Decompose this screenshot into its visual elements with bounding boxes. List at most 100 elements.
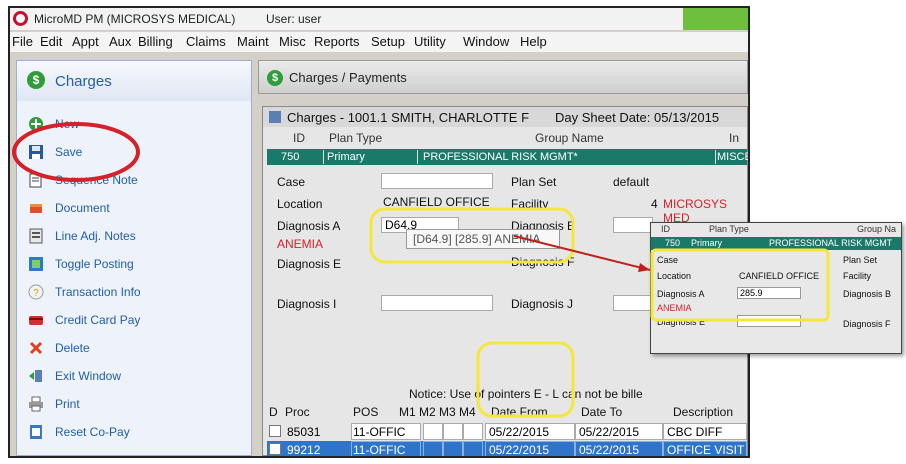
menu-appt[interactable]: Appt <box>72 34 99 49</box>
row-pos: 11-OFFIC <box>353 443 406 457</box>
sidebar-item-line-adj-notes[interactable]: Line Adj. Notes <box>25 225 245 249</box>
sidebar-item-new[interactable]: New <box>25 113 245 137</box>
row-description: OFFICE VISIT <box>667 443 745 457</box>
info-icon: ? <box>27 283 45 301</box>
exit-icon <box>27 367 45 385</box>
sidebar-header: $ Charges <box>17 61 251 101</box>
window-title: MicroMD PM (MICROSYS MEDICAL) <box>34 12 236 26</box>
inset-plan-id: 750 <box>665 238 681 248</box>
sidebar-item-exit-window[interactable]: Exit Window <box>25 365 245 389</box>
sidebar-item-credit-card-pay[interactable]: Credit Card Pay <box>25 309 245 333</box>
diagnosis-f-label: Diagnosis F <box>511 255 575 269</box>
grid-header-m2: M2 <box>419 405 436 419</box>
inset-diagnosis-a-label: Diagnosis A <box>657 289 705 299</box>
sidebar-item-label: Exit Window <box>55 369 122 383</box>
row-proc: 85031 <box>287 425 321 439</box>
notice-text: Notice: Use of pointers E - L can not be… <box>409 387 643 401</box>
table-row-selected[interactable]: 99212 11-OFFIC 05/22/2015 05/22/2015 OFF… <box>267 441 747 457</box>
inset-facility-label: Facility <box>843 271 872 281</box>
inset-plan-set-label: Plan Set <box>843 255 878 265</box>
sidebar-item-sequence-note[interactable]: Sequence Note <box>25 169 245 193</box>
col-header-group-name: Group Name <box>535 131 604 145</box>
diagnosis-j-field[interactable] <box>613 295 653 311</box>
grid-header-m1: M1 <box>399 405 416 419</box>
print-icon <box>27 395 45 413</box>
sidebar-item-label: Reset Co-Pay <box>55 425 130 439</box>
menu-window[interactable]: Window <box>463 34 509 49</box>
credit-card-icon <box>27 311 45 329</box>
inset-location-label: Location <box>657 271 692 281</box>
diagnosis-a-description: ANEMIA <box>277 237 324 251</box>
sidebar-item-transaction-info[interactable]: ? Transaction Info <box>25 281 245 305</box>
plan-set-value[interactable]: default <box>613 175 649 189</box>
grid-header-d: D <box>269 405 278 419</box>
facility-value[interactable]: MICROSYS MED <box>663 197 747 225</box>
reset-icon <box>27 423 45 441</box>
grid-header-description: Description <box>673 405 734 419</box>
location-value[interactable]: CANFIELD OFFICE <box>383 195 490 209</box>
row-pos: 11-OFFIC <box>353 425 406 439</box>
menu-misc[interactable]: Misc <box>279 34 306 49</box>
diagnosis-b-field[interactable] <box>613 217 653 233</box>
row-proc: 99212 <box>287 443 321 457</box>
sidebar-item-print[interactable]: Print <box>25 393 245 417</box>
inset-diagnosis-a-field: 285.9 <box>737 287 801 299</box>
status-indicator <box>683 8 748 30</box>
case-field[interactable] <box>381 173 493 189</box>
menu-file[interactable]: File <box>12 34 33 49</box>
sidebar: $ Charges New Save Sequence Note Documen… <box>16 60 252 456</box>
diagnosis-a-label: Diagnosis A <box>277 219 341 233</box>
grid-header-m4: M4 <box>459 405 476 419</box>
location-label: Location <box>277 197 323 211</box>
inset-diagnosis-b-label: Diagnosis B <box>843 289 892 299</box>
row-checkbox[interactable] <box>269 425 281 437</box>
panel-title: Charges / Payments <box>289 70 407 85</box>
plan-id: 750 <box>281 151 300 163</box>
inset-location-value: CANFIELD OFFICE <box>739 271 820 281</box>
menu-aux[interactable]: Aux <box>109 34 131 49</box>
inset-plan-type: Primary <box>691 238 722 248</box>
grid-header-date-to: Date To <box>581 405 623 419</box>
diagnosis-i-label: Diagnosis I <box>277 297 337 311</box>
table-row[interactable]: 85031 11-OFFIC 05/22/2015 05/22/2015 CBC… <box>267 423 747 440</box>
menu-maint[interactable]: Maint <box>237 34 269 49</box>
sidebar-item-delete[interactable]: Delete <box>25 337 245 361</box>
facility-number: 4 <box>651 197 658 211</box>
sidebar-item-toggle-posting[interactable]: Toggle Posting <box>25 253 245 277</box>
row-checkbox[interactable] <box>269 443 281 455</box>
plan-group: PROFESSIONAL RISK MGMT* <box>423 151 578 163</box>
grid-header-proc: Proc <box>285 405 310 419</box>
document-icon <box>27 199 45 217</box>
sidebar-item-reset-co-pay[interactable]: Reset Co-Pay <box>25 421 245 445</box>
case-label: Case <box>277 175 306 189</box>
menu-billing[interactable]: Billing <box>138 34 173 49</box>
menu-reports[interactable]: Reports <box>314 34 360 49</box>
row-date-from: 05/22/2015 <box>489 443 550 457</box>
menu-utility[interactable]: Utility <box>414 34 446 49</box>
plan-type: Primary <box>327 151 365 163</box>
note-icon <box>27 171 45 189</box>
sidebar-item-label: New <box>55 117 80 131</box>
menu-edit[interactable]: Edit <box>40 34 62 49</box>
inset-diagnosis-a-description: ANEMIA <box>657 303 692 313</box>
sidebar-item-save[interactable]: Save <box>25 141 245 165</box>
plan-insurance: MISCEL <box>717 151 748 163</box>
sidebar-title: Charges <box>55 73 112 90</box>
inset-case-label: Case <box>657 255 679 265</box>
title-bar: MicroMD PM (MICROSYS MEDICAL) User: user <box>10 8 748 30</box>
plan-row[interactable]: 750 Primary PROFESSIONAL RISK MGMT* MISC… <box>267 149 748 165</box>
menu-claims[interactable]: Claims <box>186 34 226 49</box>
grid-header-m3: M3 <box>439 405 456 419</box>
app-logo-icon <box>13 11 28 26</box>
diagnosis-i-field[interactable] <box>381 295 493 311</box>
menu-help[interactable]: Help <box>520 34 547 49</box>
notes-icon <box>27 227 45 245</box>
diagnosis-tooltip: [D64.9] [285.9] ANEMIA <box>406 229 560 249</box>
sidebar-item-document[interactable]: Document <box>25 197 245 221</box>
plan-set-label: Plan Set <box>511 175 557 189</box>
menu-setup[interactable]: Setup <box>371 34 405 49</box>
toggle-icon <box>27 255 45 273</box>
sidebar-item-label: Sequence Note <box>55 173 138 187</box>
row-description: CBC DIFF <box>667 425 723 439</box>
inset-header-plan-type: Plan Type <box>709 224 749 234</box>
